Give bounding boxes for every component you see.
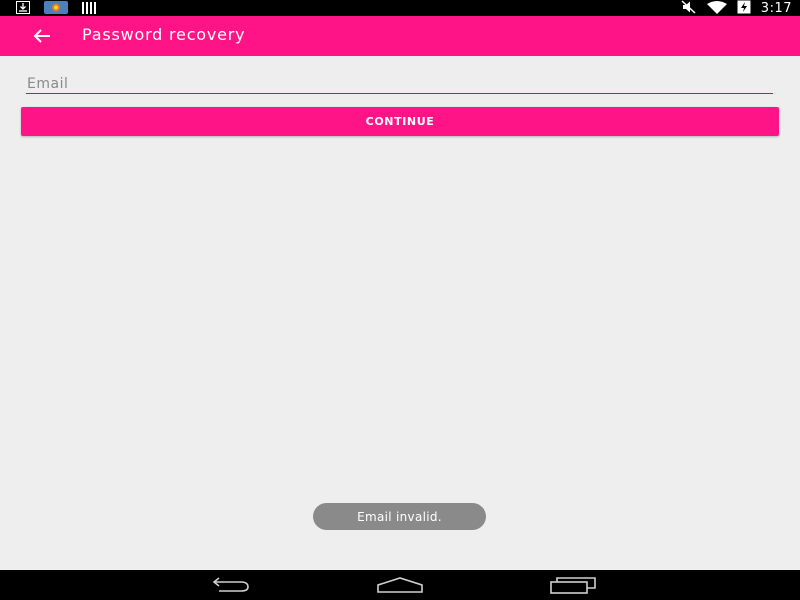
wifi-icon — [706, 0, 727, 18]
download-icon — [16, 0, 30, 18]
toast-text: Email invalid. — [357, 509, 442, 524]
status-bar-left — [16, 0, 98, 18]
email-input[interactable] — [26, 74, 773, 94]
battery-charging-icon — [737, 0, 751, 18]
status-bar: 3:17 — [0, 0, 800, 16]
app-screen: 3:17 Password recovery CONTINUE Email in… — [0, 0, 800, 600]
nav-recents-button[interactable] — [543, 574, 603, 596]
barcode-icon — [82, 0, 98, 18]
nav-recents-icon — [550, 577, 596, 594]
status-bar-time: 3:17 — [760, 0, 792, 16]
nav-back-icon — [212, 577, 249, 592]
app-notification-icon — [44, 0, 68, 18]
app-toolbar: Password recovery — [0, 16, 800, 56]
navigation-bar — [0, 570, 800, 600]
back-button[interactable] — [28, 24, 56, 48]
page-title: Password recovery — [82, 25, 246, 44]
toast-message: Email invalid. — [313, 503, 486, 530]
mute-icon — [681, 0, 697, 18]
back-arrow-icon — [33, 29, 50, 43]
continue-button[interactable]: CONTINUE — [21, 107, 779, 136]
nav-home-icon — [377, 577, 423, 593]
status-bar-right: 3:17 — [681, 0, 792, 16]
nav-back-button[interactable] — [199, 574, 259, 596]
email-field — [26, 74, 773, 96]
nav-home-button[interactable] — [370, 574, 430, 596]
